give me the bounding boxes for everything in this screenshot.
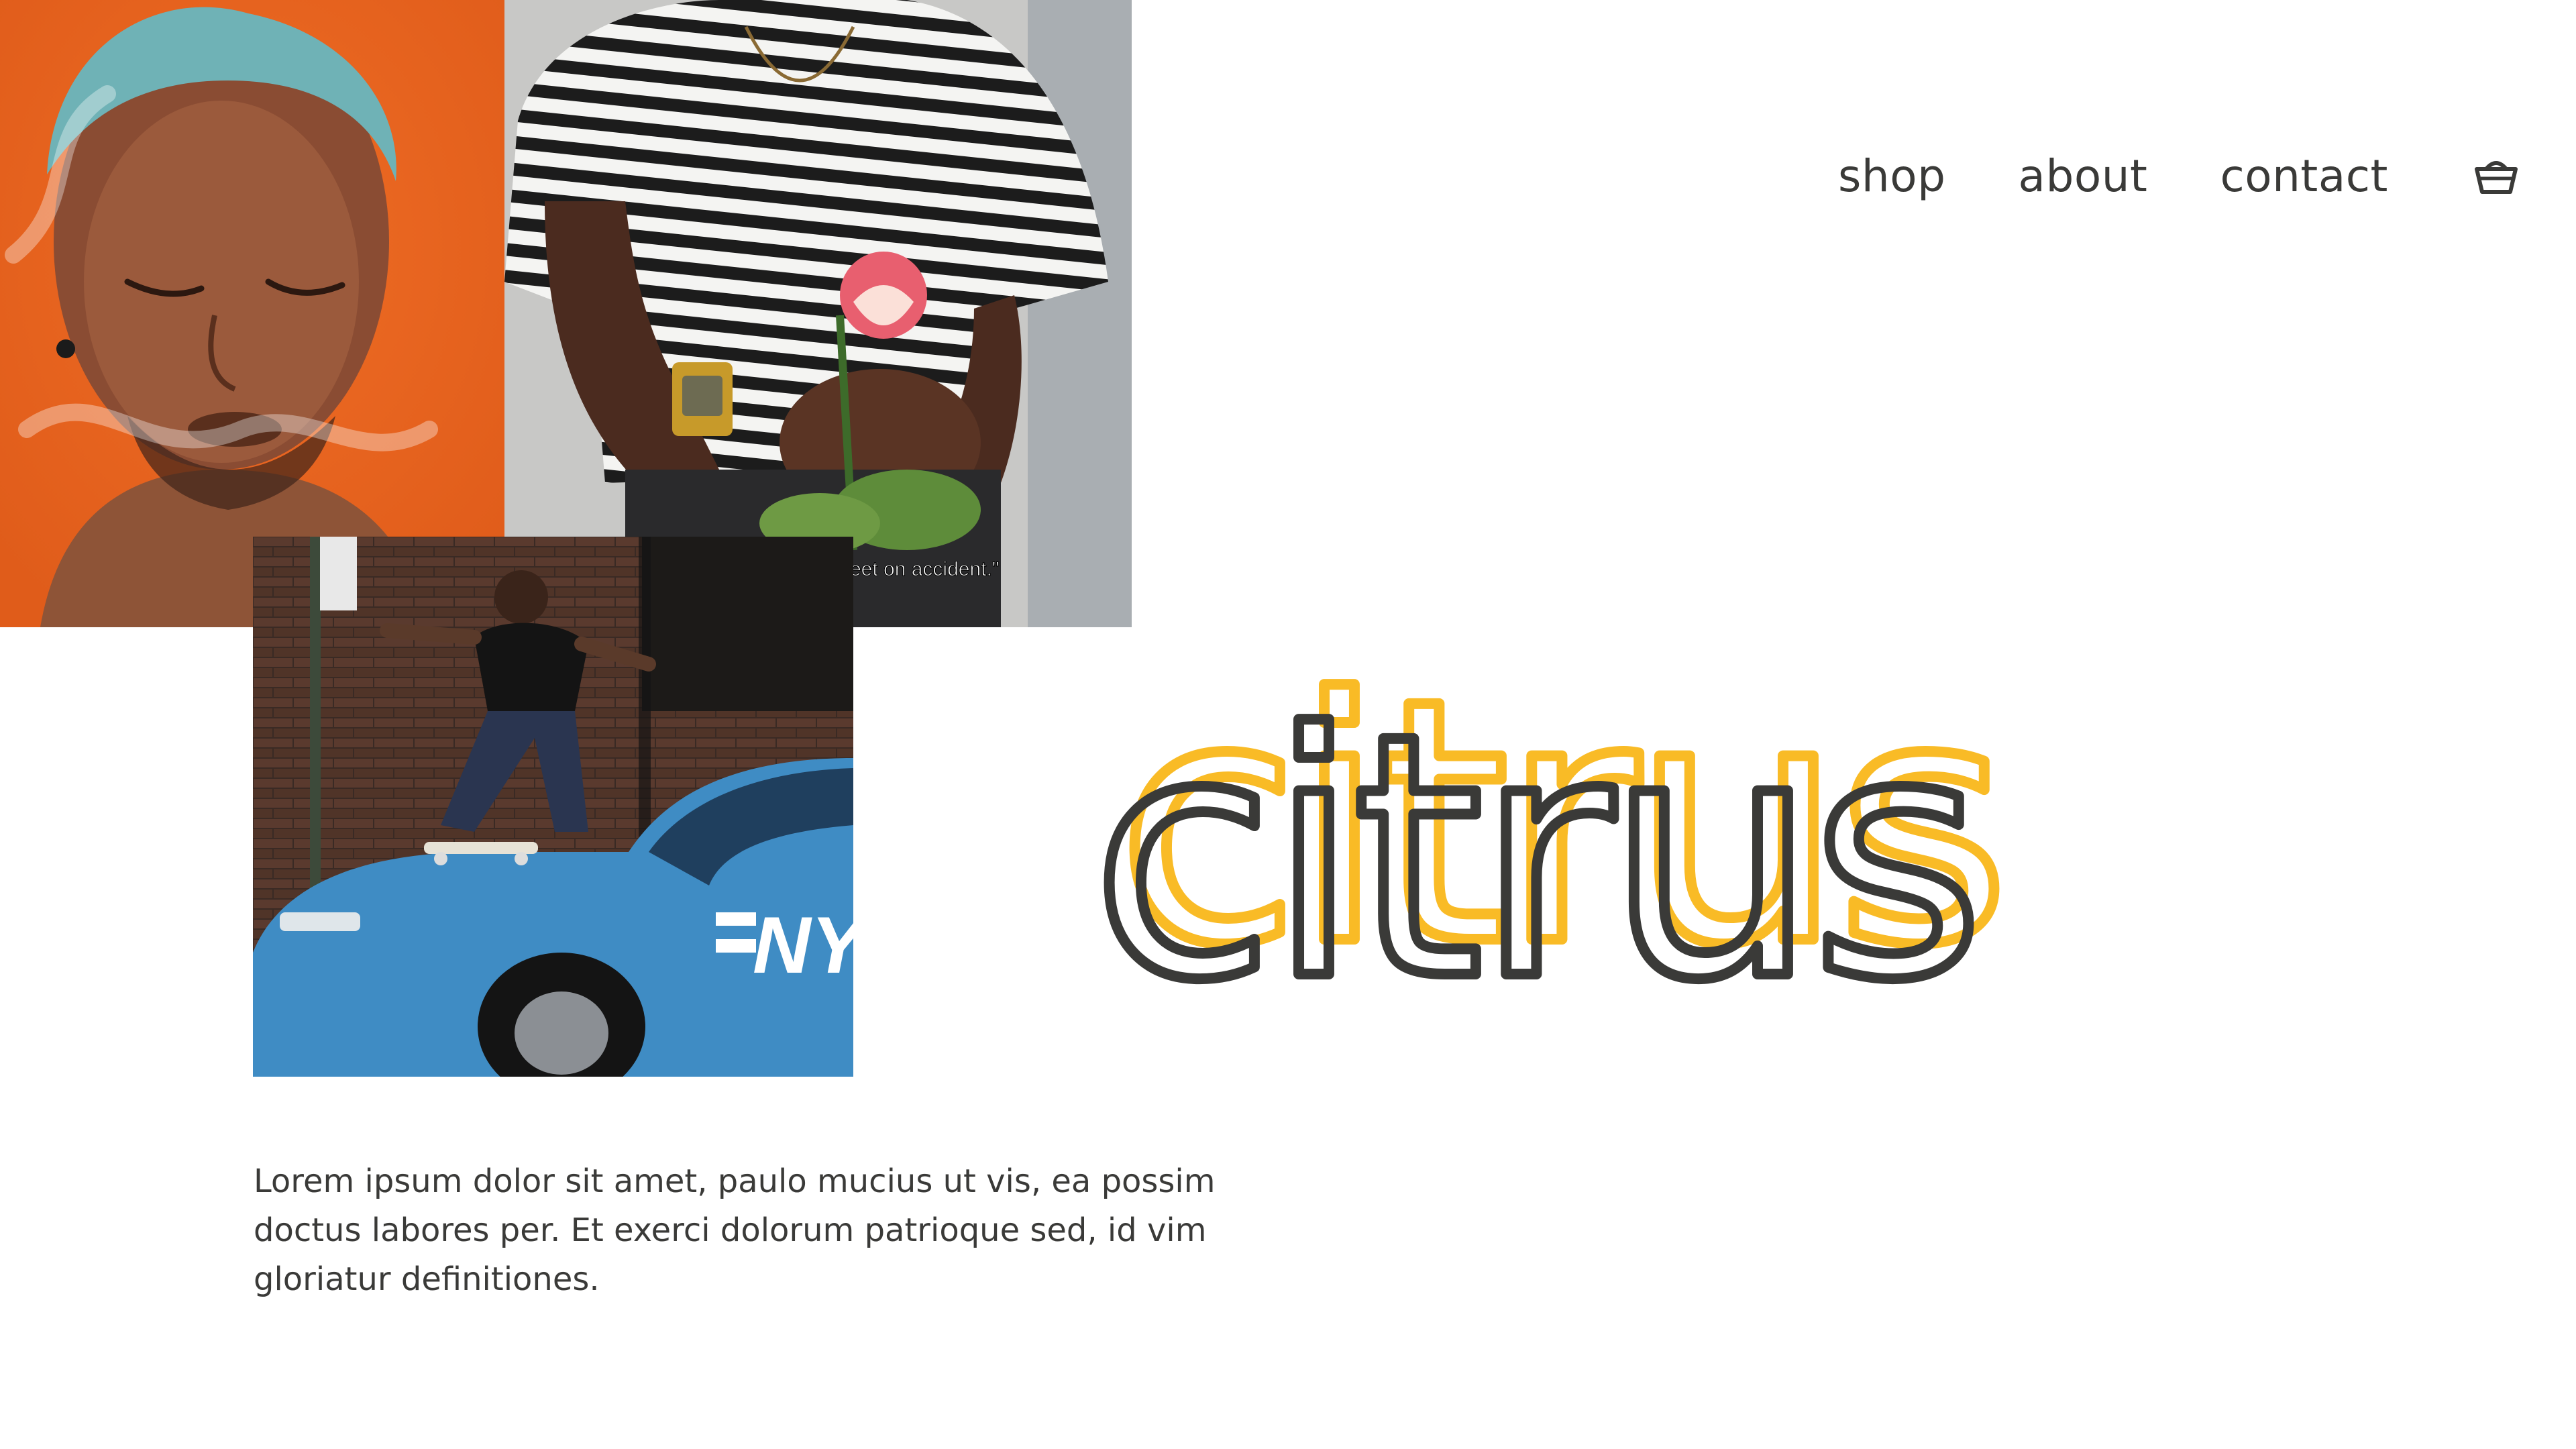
nav-contact-link[interactable]: contact	[2220, 150, 2387, 202]
skater-photo: NY	[253, 537, 853, 1077]
citrus-wordmark: citrus citrus	[1073, 604, 2334, 1020]
striped-shirt-photo: eet on accident."	[504, 0, 1132, 627]
taxi-lettering: NY	[753, 900, 853, 990]
portrait-photo	[0, 0, 504, 627]
nav-about-link[interactable]: about	[2019, 150, 2148, 202]
nav-shop-link[interactable]: shop	[1838, 150, 1946, 202]
basket-icon[interactable]	[2473, 156, 2520, 196]
intro-paragraph: Lorem ipsum dolor sit amet, paulo mucius…	[254, 1163, 1216, 1298]
main-nav: shop about contact	[1838, 149, 2388, 203]
photo-caption: eet on accident."	[850, 558, 999, 580]
wordmark-main: citrus	[1091, 663, 1977, 1020]
